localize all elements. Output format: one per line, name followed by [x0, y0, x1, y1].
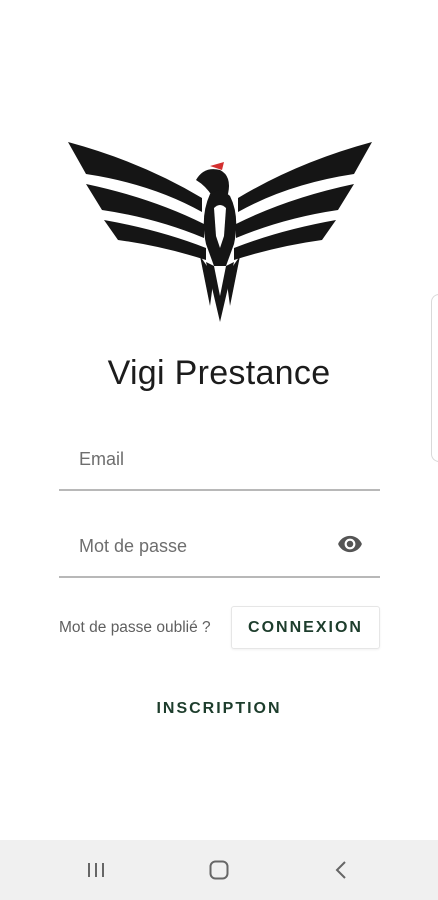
connexion-button[interactable]: CONNEXION — [231, 606, 380, 649]
recents-icon — [88, 863, 104, 877]
recents-button[interactable] — [76, 852, 116, 888]
inscription-button[interactable]: INSCRIPTION — [0, 700, 438, 718]
email-input[interactable] — [79, 445, 329, 473]
phoenix-logo-icon — [68, 142, 372, 322]
password-field[interactable] — [59, 520, 380, 578]
eye-icon[interactable] — [335, 531, 365, 557]
email-field[interactable] — [59, 433, 380, 491]
home-button[interactable] — [199, 852, 239, 888]
password-input[interactable] — [79, 532, 329, 560]
edge-panel-handle[interactable] — [431, 294, 438, 462]
app-title: Vigi Prestance — [107, 354, 331, 392]
forgot-password-link[interactable]: Mot de passe oublié ? — [59, 619, 211, 637]
back-icon — [335, 861, 346, 879]
back-button[interactable] — [321, 852, 361, 888]
home-icon — [209, 860, 229, 880]
system-navigation-bar — [0, 840, 438, 900]
